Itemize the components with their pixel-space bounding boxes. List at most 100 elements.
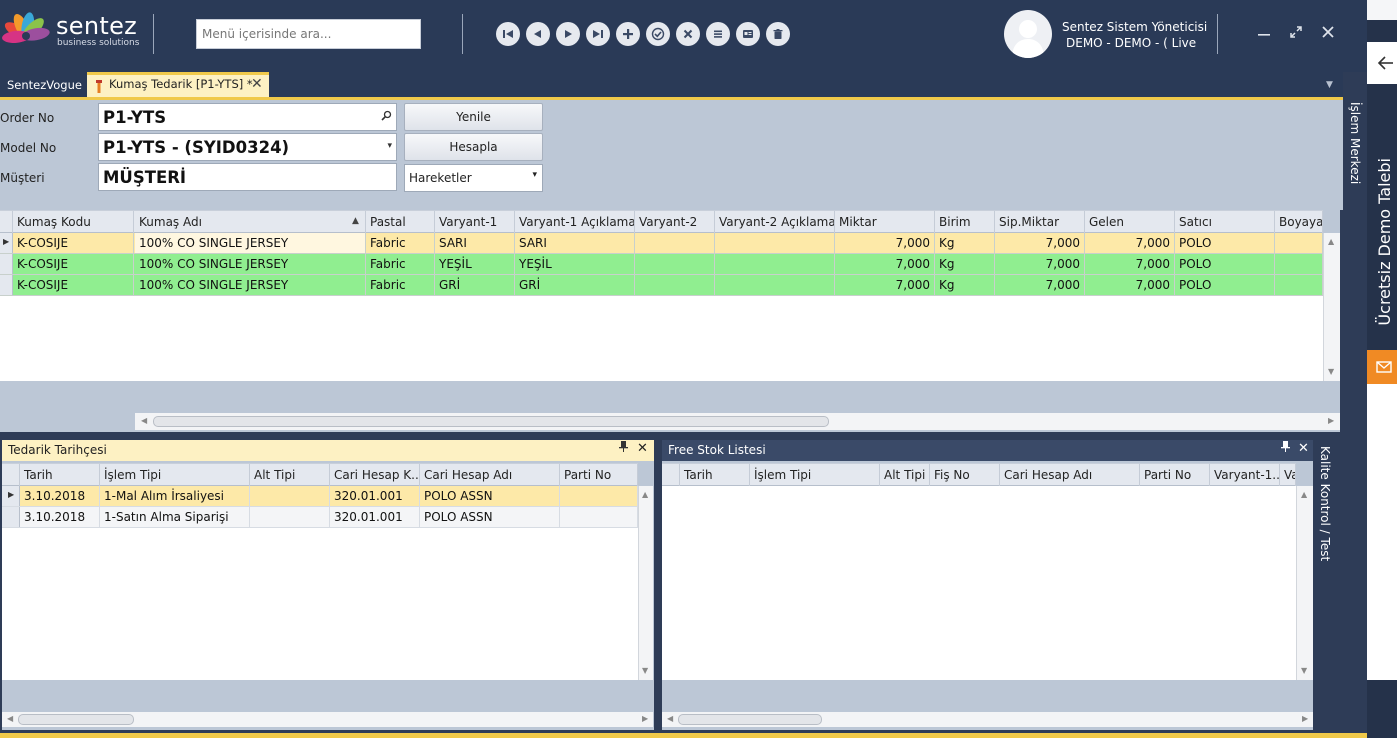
document-tab-bar: SentezVogue Kumaş Tedarik [P1-YTS] * ✕ <box>0 72 1343 97</box>
search-icon[interactable] <box>381 110 392 124</box>
column-header[interactable]: Fiş No <box>930 464 1000 486</box>
pin-icon[interactable] <box>1281 441 1290 456</box>
column-header[interactable]: İşlem Tipi <box>100 464 250 486</box>
scroll-right-icon[interactable]: ▶ <box>642 714 648 723</box>
column-header[interactable]: Cari Hesap Adı <box>420 464 560 486</box>
column-header[interactable]: Parti No <box>1140 464 1210 486</box>
scroll-right-icon[interactable]: ▶ <box>1328 416 1334 425</box>
table-row[interactable]: ▶ K-COSIJE 100% CO SINGLE JERSEY Fabric SARI… <box>0 233 1323 254</box>
scroll-right-icon[interactable]: ▶ <box>1302 714 1308 723</box>
column-header[interactable]: Varyant-1 <box>435 211 515 233</box>
column-header[interactable]: Parti No <box>560 464 638 486</box>
tab-close-icon[interactable]: ✕ <box>251 76 263 92</box>
column-header[interactable]: Birim <box>935 211 995 233</box>
table-row[interactable]: K-COSIJE 100% CO SINGLE JERSEY Fabric GRİ GR… <box>0 275 1323 296</box>
scroll-down-icon[interactable]: ▼ <box>642 666 648 675</box>
row-selector[interactable]: ▶ <box>0 233 13 253</box>
model-no-field[interactable]: P1-YTS - (SYID0324) ▾ <box>98 133 397 161</box>
table-cell <box>635 254 715 274</box>
list-view-button[interactable] <box>706 22 730 46</box>
next-record-button[interactable] <box>556 22 580 46</box>
row-selector[interactable] <box>0 275 13 295</box>
column-header[interactable]: Miktar <box>835 211 935 233</box>
grid-vertical-scrollbar[interactable]: ▲ ▼ <box>1323 233 1340 381</box>
process-center-tab[interactable]: İşlem Merkezi <box>1348 102 1362 184</box>
tab-overflow-chevron-icon[interactable]: ▼ <box>1326 80 1333 90</box>
column-header[interactable]: Varyant-1 Açıklaması <box>515 211 635 233</box>
column-header[interactable]: Alt Tipi <box>880 464 930 486</box>
history-vertical-scrollbar[interactable]: ▲ ▼ <box>638 486 653 680</box>
table-row[interactable]: ▶ 3.10.2018 1-Mal Alım İrsaliyesi 320.01.00… <box>2 486 638 507</box>
row-selector[interactable] <box>2 507 20 527</box>
history-horizontal-scrollbar[interactable]: ◀ ▶ <box>2 712 653 727</box>
column-header[interactable]: Kumaş Adı <box>135 211 366 233</box>
column-header[interactable]: Cari Hesap Adı <box>1000 464 1140 486</box>
calculate-button[interactable]: Hesapla <box>404 133 543 161</box>
user-avatar[interactable] <box>1004 10 1052 58</box>
column-header[interactable]: Satıcı <box>1175 211 1275 233</box>
minimize-button[interactable] <box>1254 22 1274 42</box>
table-row[interactable]: 3.10.2018 1-Satın Alma Siparişi 320.01.001… <box>2 507 638 528</box>
delete-record-button[interactable] <box>766 22 790 46</box>
refresh-button[interactable]: Yenile <box>404 103 543 131</box>
scrollbar-thumb[interactable] <box>153 416 829 427</box>
header-row-selector <box>0 211 13 233</box>
free-demo-request-tab[interactable]: Ücretsiz Demo Talebi <box>1367 148 1397 348</box>
column-header[interactable]: Kumaş Kodu <box>13 211 134 233</box>
free-stock-horizontal-scrollbar[interactable]: ◀ ▶ <box>662 712 1313 727</box>
row-selector[interactable]: ▶ <box>2 486 20 506</box>
tab-kumas-tedarik[interactable]: Kumaş Tedarik [P1-YTS] * ✕ <box>87 72 269 97</box>
card-view-button[interactable] <box>736 22 760 46</box>
column-header[interactable]: Varyant-2 <box>635 211 715 233</box>
scrollbar-thumb[interactable] <box>678 714 822 725</box>
cancel-record-button[interactable] <box>676 22 700 46</box>
approve-record-button[interactable] <box>646 22 670 46</box>
first-record-button[interactable] <box>496 22 520 46</box>
close-icon[interactable]: ✕ <box>1298 441 1309 456</box>
minimize-icon <box>1258 34 1270 36</box>
scroll-left-icon[interactable]: ◀ <box>141 416 147 425</box>
scroll-up-icon[interactable]: ▲ <box>1328 237 1334 246</box>
column-header[interactable]: Varyant-1... <box>1210 464 1280 486</box>
customer-field[interactable]: MÜŞTERİ <box>98 163 397 191</box>
column-header[interactable]: Varyant-2 Açıklaması <box>715 211 835 233</box>
pin-icon[interactable] <box>619 441 628 456</box>
column-header[interactable]: Tarih <box>20 464 100 486</box>
scroll-left-icon[interactable]: ◀ <box>667 714 673 723</box>
grid-horizontal-scrollbar[interactable]: ◀ ▶ <box>135 413 1340 430</box>
column-header[interactable]: Va <box>1280 464 1296 486</box>
column-header[interactable]: Sip.Miktar <box>995 211 1085 233</box>
close-window-button[interactable] <box>1318 22 1338 42</box>
email-button[interactable] <box>1367 350 1397 384</box>
last-record-button[interactable] <box>586 22 610 46</box>
scroll-up-icon[interactable]: ▲ <box>1301 490 1307 499</box>
scroll-up-icon[interactable]: ▲ <box>642 490 648 499</box>
free-stock-vertical-scrollbar[interactable]: ▲ ▼ <box>1296 486 1313 680</box>
column-header[interactable]: Tarih <box>680 464 750 486</box>
previous-record-button[interactable] <box>526 22 550 46</box>
column-header[interactable]: Cari Hesap K... <box>330 464 420 486</box>
check-icon <box>651 27 665 41</box>
chevron-down-icon[interactable]: ▾ <box>387 141 392 151</box>
movements-dropdown[interactable]: Hareketler ▾ <box>404 164 543 192</box>
back-button[interactable] <box>1367 42 1397 84</box>
scrollbar-thumb[interactable] <box>18 714 134 725</box>
table-row[interactable]: K-COSIJE 100% CO SINGLE JERSEY Fabric YEŞİL… <box>0 254 1323 275</box>
free-stock-panel: Free Stok Listesi ✕ Tarih İşlem Tipi Alt T… <box>662 440 1313 730</box>
menu-search-input[interactable] <box>196 19 421 49</box>
column-header[interactable]: Gelen <box>1085 211 1175 233</box>
column-header[interactable]: Alt Tipi <box>250 464 330 486</box>
column-header[interactable]: Boyaya <box>1275 211 1323 233</box>
scroll-left-icon[interactable]: ◀ <box>7 714 13 723</box>
column-header[interactable]: Pastal <box>366 211 435 233</box>
order-no-field[interactable]: P1-YTS <box>98 103 397 131</box>
row-selector[interactable] <box>0 254 13 274</box>
quality-control-tab[interactable]: Kalite Kontrol / Test <box>1318 446 1332 561</box>
scroll-down-icon[interactable]: ▼ <box>1328 367 1334 376</box>
scroll-down-icon[interactable]: ▼ <box>1301 666 1307 675</box>
tab-sentezvogue[interactable]: SentezVogue <box>3 74 86 97</box>
column-header[interactable]: İşlem Tipi <box>750 464 880 486</box>
maximize-button[interactable] <box>1286 22 1306 42</box>
add-record-button[interactable] <box>616 22 640 46</box>
close-icon[interactable]: ✕ <box>637 441 648 456</box>
